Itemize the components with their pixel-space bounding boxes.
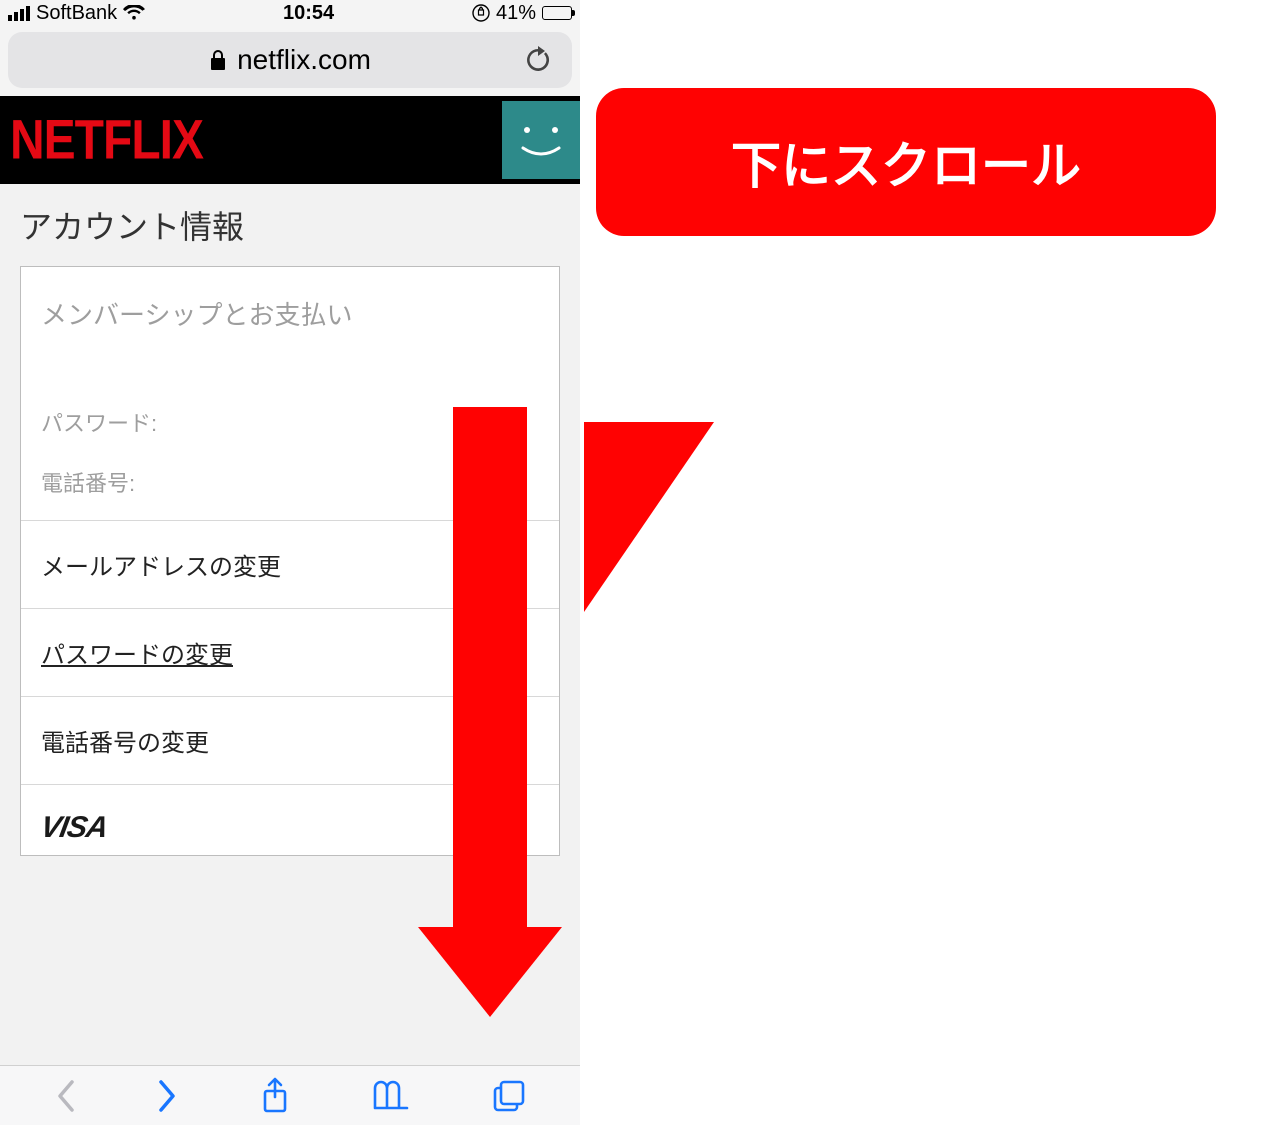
battery-icon (542, 6, 572, 20)
url-bar-container: netflix.com (0, 26, 580, 96)
battery-percent-label: 41% (496, 2, 536, 25)
lock-icon (209, 49, 227, 71)
safari-toolbar (0, 1065, 580, 1125)
status-bar: SoftBank 10:54 41% (0, 0, 580, 26)
tabs-button[interactable] (492, 1079, 526, 1113)
orientation-lock-icon (472, 4, 490, 22)
back-button[interactable] (54, 1078, 76, 1114)
bookmarks-button[interactable] (371, 1080, 411, 1112)
clock-label: 10:54 (283, 2, 334, 25)
scroll-down-arrow-icon (453, 407, 562, 1017)
annotation-text: 下にスクロール (731, 138, 1081, 194)
forward-button[interactable] (157, 1078, 179, 1114)
refresh-button[interactable] (524, 44, 552, 76)
membership-section-title: メンバーシップとお支払い (21, 267, 559, 392)
signal-bars-icon (8, 6, 30, 21)
url-label: netflix.com (237, 44, 371, 76)
wifi-icon (123, 5, 145, 21)
netflix-header: NETFLIX (0, 96, 580, 184)
visa-logo: VISA (38, 811, 110, 845)
status-right: 41% (472, 2, 572, 25)
share-button[interactable] (260, 1077, 290, 1115)
carrier-label: SoftBank (36, 2, 117, 25)
annotation-callout: 下にスクロール (596, 88, 1216, 236)
url-bar[interactable]: netflix.com (8, 32, 572, 88)
page-title: アカウント情報 (20, 202, 560, 248)
status-left: SoftBank (8, 2, 145, 25)
profile-avatar[interactable] (502, 101, 580, 179)
netflix-logo[interactable]: NETFLIX (10, 108, 203, 171)
